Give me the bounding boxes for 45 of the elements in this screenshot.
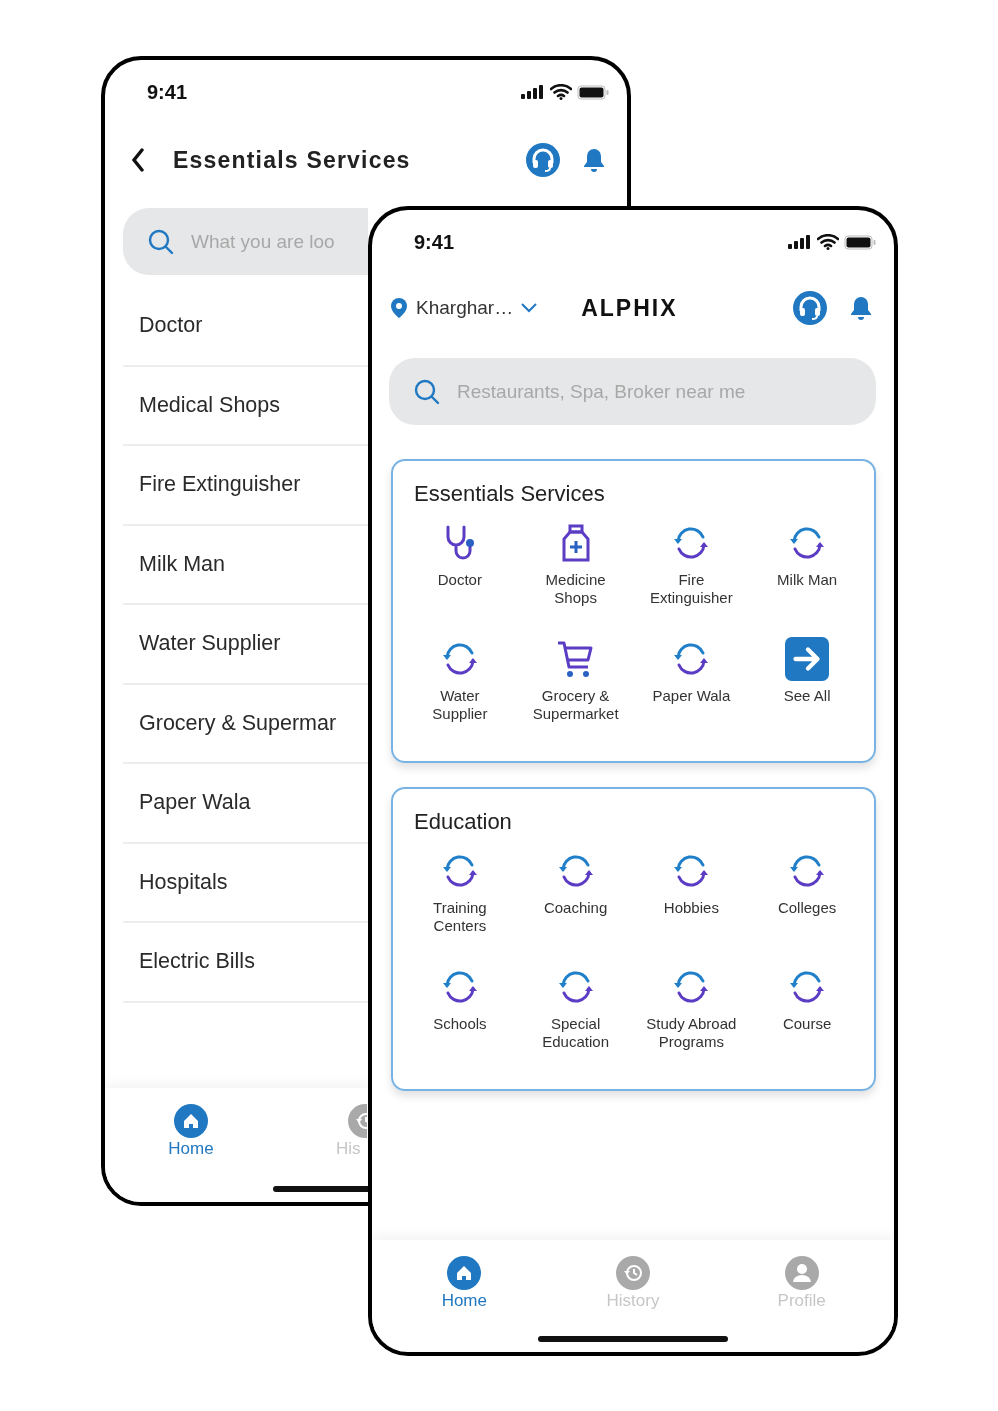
category-tile[interactable]: Special Education bbox=[517, 965, 634, 1075]
bell-icon[interactable] bbox=[850, 295, 872, 321]
home-icon bbox=[174, 1104, 208, 1138]
home-icon bbox=[447, 1256, 482, 1290]
category-tile[interactable]: Schools bbox=[402, 965, 518, 1075]
back-icon[interactable] bbox=[131, 148, 145, 172]
category-tile[interactable]: Grocery & Supermarket bbox=[517, 637, 634, 747]
headset-icon[interactable] bbox=[792, 290, 828, 326]
nav-tab[interactable]: Home bbox=[105, 1104, 277, 1202]
signal-icon bbox=[788, 235, 812, 249]
brand-name: ALPHIX bbox=[581, 294, 679, 322]
nav-tab[interactable]: Home bbox=[389, 1256, 540, 1335]
category-tile[interactable]: Colleges bbox=[749, 849, 865, 959]
card-title: Education bbox=[413, 809, 513, 835]
bell-icon[interactable] bbox=[583, 147, 605, 173]
headset-icon[interactable] bbox=[525, 142, 561, 178]
chevron-down-icon bbox=[521, 303, 538, 313]
category-tile[interactable]: Doctor bbox=[402, 521, 518, 631]
battery-icon bbox=[844, 234, 876, 250]
battery-icon bbox=[577, 84, 609, 100]
category-tile[interactable]: Paper Wala bbox=[633, 637, 750, 747]
category-tile[interactable]: Medicine Shops bbox=[517, 521, 634, 631]
wifi-icon bbox=[550, 84, 572, 100]
category-tile[interactable]: Water Supplier bbox=[402, 637, 518, 747]
location-pin-icon bbox=[390, 297, 408, 319]
card-title: Essentials Services bbox=[413, 481, 606, 507]
arrow-right-icon bbox=[784, 637, 831, 681]
category-tile[interactable]: Coaching bbox=[517, 849, 634, 959]
screen-title: Essentials Services bbox=[173, 146, 412, 174]
category-tile[interactable]: Hobbies bbox=[633, 849, 750, 959]
profile-icon bbox=[784, 1256, 819, 1290]
status-time: 9:41 bbox=[414, 230, 455, 254]
category-tile[interactable]: See All bbox=[749, 637, 865, 747]
signal-icon bbox=[521, 85, 545, 99]
status-time: 9:41 bbox=[147, 80, 188, 104]
category-tile[interactable]: Training Centers bbox=[402, 849, 518, 959]
category-tile[interactable]: Fire Extinguisher bbox=[633, 521, 750, 631]
search-icon bbox=[413, 377, 441, 406]
search-icon bbox=[147, 227, 175, 256]
history-icon bbox=[616, 1256, 650, 1290]
location-selector[interactable]: Kharghar… bbox=[390, 297, 538, 319]
category-tile[interactable]: Milk Man bbox=[749, 521, 865, 631]
wifi-icon bbox=[817, 234, 839, 250]
category-tile[interactable]: Course bbox=[749, 965, 865, 1075]
category-tile[interactable]: Study Abroad Programs bbox=[633, 965, 750, 1075]
